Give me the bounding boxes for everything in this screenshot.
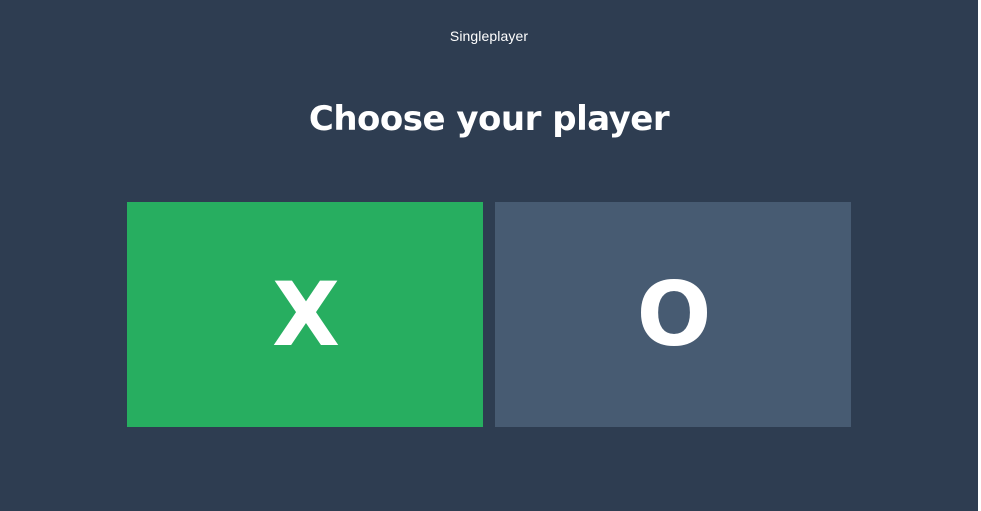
choose-o-button[interactable]: O <box>495 202 851 427</box>
choose-x-button[interactable]: X <box>127 202 483 427</box>
o-symbol-label: O <box>636 262 712 366</box>
page-title: Choose your player <box>308 99 670 139</box>
x-symbol-label: X <box>272 262 340 366</box>
game-screen: Singleplayer Choose your player X O <box>0 0 981 511</box>
game-mode-label: Singleplayer <box>449 28 529 44</box>
